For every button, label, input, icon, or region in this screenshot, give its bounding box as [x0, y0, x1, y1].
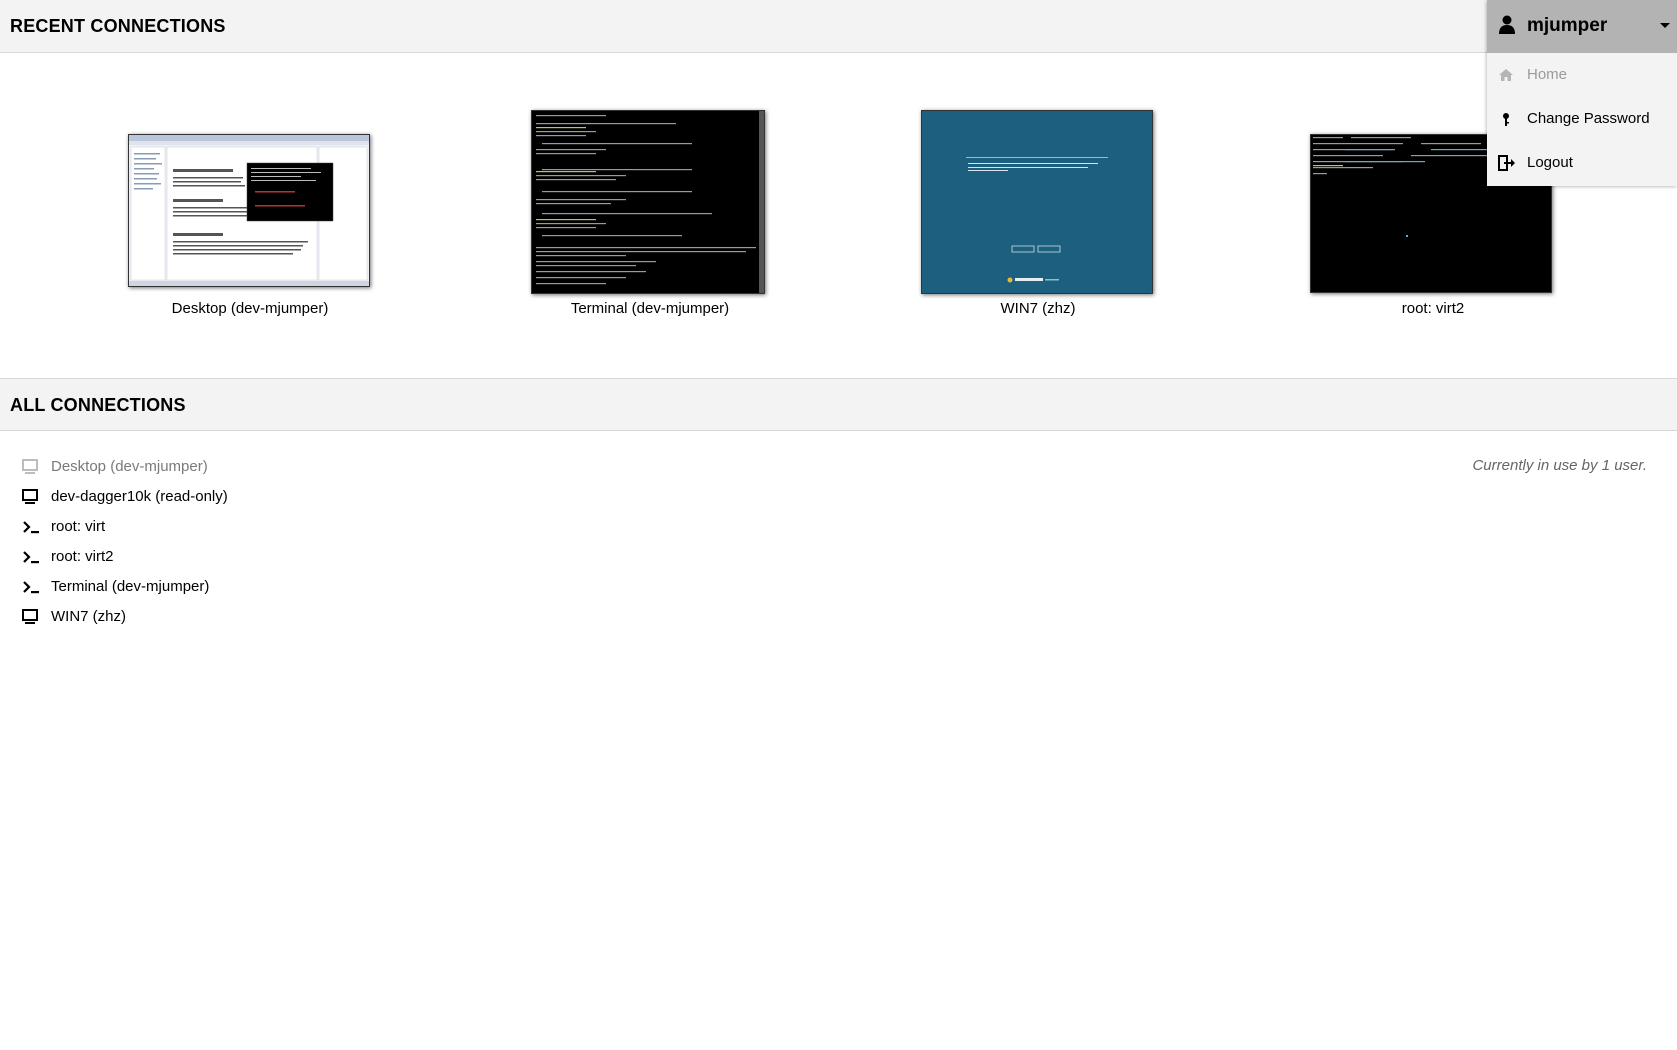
connection-label[interactable]: root: virt — [51, 518, 105, 535]
terminal-icon — [22, 579, 40, 600]
recent-connection-label[interactable]: Desktop (dev-mjumper) — [100, 300, 400, 317]
username[interactable]: mjumper — [1527, 15, 1607, 37]
monitor-icon — [22, 609, 38, 630]
terminal-icon — [22, 519, 40, 540]
home-icon — [1498, 67, 1514, 88]
user-menu: mjumper Home Change Password Logout — [1487, 0, 1677, 186]
terminal-icon — [22, 549, 40, 570]
connection-label[interactable]: root: virt2 — [51, 548, 114, 565]
menu-item-change-password[interactable]: Change Password — [1487, 99, 1677, 139]
connection-thumbnail[interactable] — [921, 110, 1153, 294]
menu-item-label[interactable]: Home — [1527, 66, 1567, 83]
menu-item-home[interactable]: Home — [1487, 55, 1677, 95]
connection-label[interactable]: WIN7 (zhz) — [51, 608, 126, 625]
connection-label[interactable]: Terminal (dev-mjumper) — [51, 578, 209, 595]
user-menu-toggle[interactable]: mjumper — [1487, 0, 1677, 53]
recent-connections-title: RECENT CONNECTIONS — [10, 16, 226, 36]
recent-connection-label[interactable]: WIN7 (zhz) — [888, 300, 1188, 317]
in-use-status: Currently in use by 1 user. — [1472, 457, 1647, 474]
all-connections-header: ALL CONNECTIONS — [0, 378, 1677, 431]
monitor-icon — [22, 459, 38, 480]
connection-thumbnail[interactable] — [531, 110, 765, 294]
menu-item-logout[interactable]: Logout — [1487, 143, 1677, 183]
all-connections-title: ALL CONNECTIONS — [10, 395, 186, 415]
monitor-icon — [22, 489, 38, 510]
chevron-down-icon[interactable] — [1660, 23, 1670, 28]
connection-thumbnail[interactable] — [128, 134, 370, 287]
recent-connection-label[interactable]: Terminal (dev-mjumper) — [500, 300, 800, 317]
menu-item-label[interactable]: Logout — [1527, 154, 1573, 171]
user-icon — [1498, 15, 1516, 40]
connection-label[interactable]: Desktop (dev-mjumper) — [51, 458, 208, 475]
logout-icon — [1498, 155, 1516, 176]
connection-label[interactable]: dev-dagger10k (read-only) — [51, 488, 228, 505]
menu-item-label[interactable]: Change Password — [1527, 110, 1650, 127]
recent-connection-label[interactable]: root: virt2 — [1283, 300, 1583, 317]
recent-connections-header: RECENT CONNECTIONS — [0, 0, 1677, 53]
key-icon — [1498, 111, 1514, 132]
